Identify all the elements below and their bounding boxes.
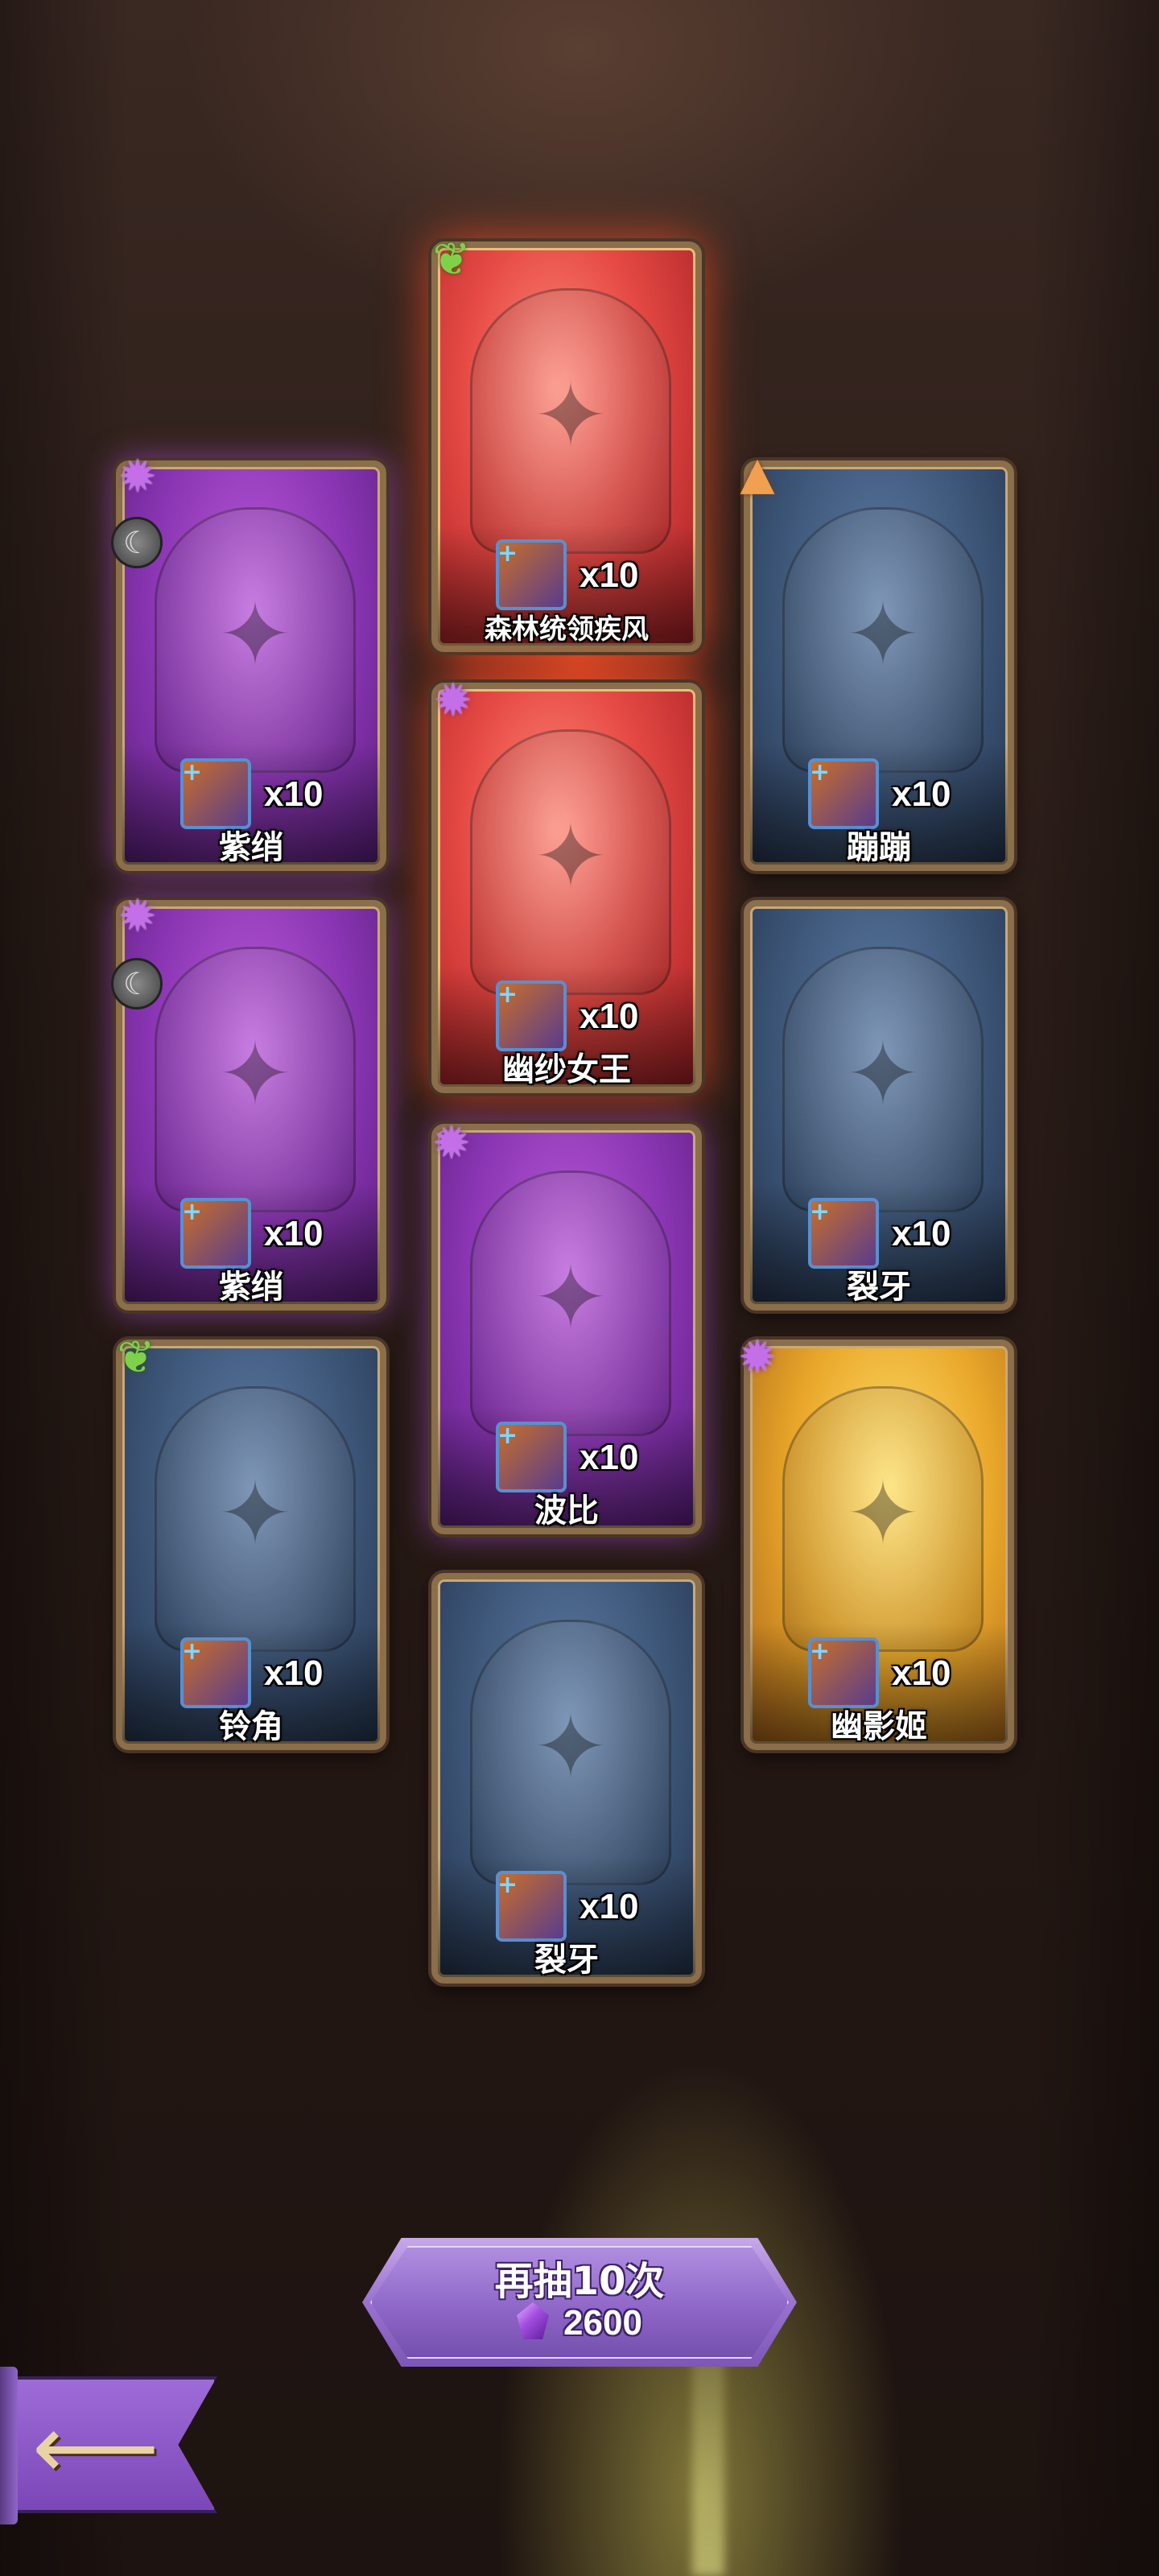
hero-mini-avatar: + bbox=[808, 1198, 879, 1269]
hero-portrait: ✦ bbox=[155, 947, 356, 1212]
hero-count: x10 bbox=[264, 1214, 324, 1253]
hero-card-lieya[interactable]: ✦ + x10 裂牙 bbox=[431, 1573, 702, 1984]
hero-count: x10 bbox=[264, 774, 324, 814]
hero-name: 幽纱女王 bbox=[502, 1051, 631, 1088]
redraw-10-button[interactable]: 再抽10次 2600 bbox=[362, 2238, 797, 2367]
back-button[interactable]: ⟵ bbox=[0, 2367, 241, 2528]
hero-portrait: ✦ bbox=[155, 1386, 356, 1652]
hero-portrait: ✦ bbox=[470, 729, 671, 995]
redraw-label: 再抽10次 bbox=[494, 2259, 665, 2304]
hero-count: x10 bbox=[264, 1653, 324, 1693]
hero-mini-avatar: + bbox=[496, 1871, 567, 1942]
hero-mini-avatar: + bbox=[180, 758, 251, 829]
shadow-splat-icon: ✹ bbox=[434, 675, 472, 727]
hero-mini-avatar: + bbox=[180, 1637, 251, 1708]
hero-portrait: ✦ bbox=[470, 1620, 671, 1885]
hero-name: 铃角 bbox=[219, 1708, 283, 1745]
hero-mini-avatar: + bbox=[808, 758, 879, 829]
crescent-moon-icon: ☾ bbox=[111, 517, 163, 568]
mountain-icon: ▲ bbox=[740, 448, 775, 500]
redraw-cost: 2600 bbox=[362, 2302, 797, 2343]
hero-card-ziqiao[interactable]: ✦ + x10 紫绡 bbox=[116, 900, 386, 1311]
shadow-splat-icon: ✹ bbox=[738, 1331, 777, 1384]
hero-count: x10 bbox=[580, 1438, 639, 1477]
hero-count: x10 bbox=[580, 1887, 639, 1926]
hero-name: 裂牙 bbox=[847, 1269, 911, 1306]
hero-portrait: ✦ bbox=[782, 507, 984, 773]
hero-name: 幽影姬 bbox=[831, 1708, 927, 1745]
hero-mini-avatar: + bbox=[496, 1422, 567, 1492]
leaf-icon: ❦ bbox=[117, 1331, 155, 1384]
hero-count: x10 bbox=[892, 774, 951, 814]
hero-name: 森林统领疾风 bbox=[485, 613, 649, 646]
hero-mini-avatar: + bbox=[496, 539, 567, 610]
hero-card-bengbeng[interactable]: ✦ + x10 蹦蹦 bbox=[744, 460, 1014, 871]
right-vignette bbox=[1030, 0, 1159, 2576]
shadow-splat-icon: ✹ bbox=[118, 451, 157, 503]
shadow-splat-icon: ✹ bbox=[118, 890, 157, 943]
hero-card-youyingji[interactable]: ✦ + x10 幽影姬 bbox=[744, 1340, 1014, 1750]
shadow-splat-icon: ✹ bbox=[432, 1117, 471, 1170]
left-vignette bbox=[0, 0, 129, 2576]
hero-name: 紫绡 bbox=[219, 829, 283, 866]
hero-count: x10 bbox=[580, 997, 639, 1036]
hero-card-lingjiao[interactable]: ✦ + x10 铃角 bbox=[116, 1340, 386, 1750]
hero-count: x10 bbox=[580, 555, 639, 595]
hero-card-youshanuwang[interactable]: ✦ + x10 幽纱女王 bbox=[431, 683, 702, 1093]
hero-portrait: ✦ bbox=[155, 507, 356, 773]
hero-portrait: ✦ bbox=[470, 288, 671, 554]
hero-portrait: ✦ bbox=[782, 1386, 984, 1652]
back-arrow-icon: ⟵ bbox=[32, 2396, 159, 2499]
crescent-moon-icon: ☾ bbox=[111, 958, 163, 1009]
hero-count: x10 bbox=[892, 1214, 951, 1253]
hero-card-lieya[interactable]: ✦ + x10 裂牙 bbox=[744, 900, 1014, 1311]
hero-card-ziqiao[interactable]: ✦ + x10 紫绡 bbox=[116, 460, 386, 871]
hero-name: 波比 bbox=[534, 1492, 599, 1530]
hero-card-bobi[interactable]: ✦ + x10 波比 bbox=[431, 1124, 702, 1534]
hero-mini-avatar: + bbox=[180, 1198, 251, 1269]
hero-mini-avatar: + bbox=[496, 980, 567, 1051]
redraw-cost-value: 2600 bbox=[563, 2303, 642, 2343]
hero-portrait: ✦ bbox=[470, 1170, 671, 1436]
hero-name: 裂牙 bbox=[534, 1942, 599, 1979]
hero-mini-avatar: + bbox=[808, 1637, 879, 1708]
hero-portrait: ✦ bbox=[782, 947, 984, 1212]
hero-name: 紫绡 bbox=[219, 1269, 283, 1306]
hero-card-forest-leader[interactable]: ✦ + x10 森林统领疾风 bbox=[431, 242, 702, 652]
hero-name: 蹦蹦 bbox=[847, 829, 911, 866]
purple-gem-icon bbox=[517, 2302, 550, 2339]
hero-count: x10 bbox=[892, 1653, 951, 1693]
leaf-icon: ❦ bbox=[432, 233, 471, 286]
